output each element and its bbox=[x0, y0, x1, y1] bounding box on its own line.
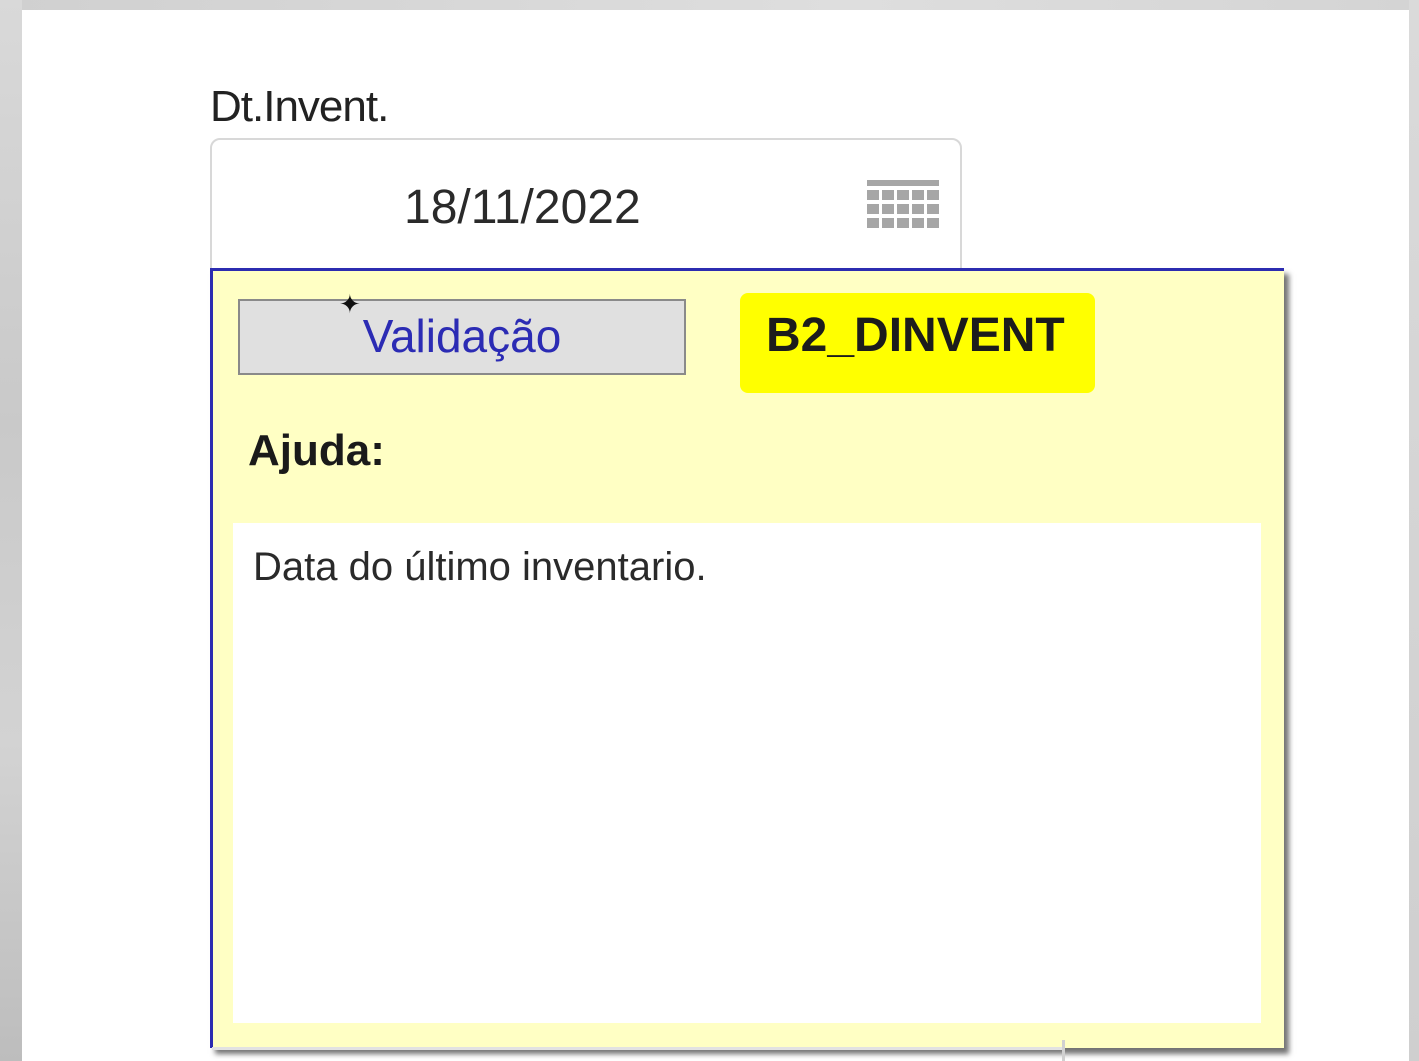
date-value[interactable]: 18/11/2022 bbox=[404, 180, 641, 235]
validation-tab[interactable]: Validação bbox=[238, 299, 686, 375]
mouse-cursor-icon: ✦ bbox=[339, 289, 361, 319]
field-label: Dt.Invent. bbox=[210, 82, 389, 131]
background-right bbox=[1409, 0, 1419, 1061]
background-top bbox=[0, 0, 1419, 10]
help-tooltip: Validação ✦ B2_DINVENT Ajuda: Data do úl… bbox=[210, 268, 1284, 1048]
help-text-box: Data do último inventario. bbox=[233, 523, 1261, 1023]
next-field-divider bbox=[1062, 1040, 1065, 1061]
background-left bbox=[0, 0, 22, 1061]
field-id-label: B2_DINVENT bbox=[740, 293, 1095, 393]
help-heading: Ajuda: bbox=[248, 426, 385, 475]
next-field-border bbox=[212, 1047, 1062, 1050]
calendar-icon[interactable] bbox=[867, 180, 939, 238]
date-input[interactable]: 18/11/2022 bbox=[210, 138, 962, 278]
help-text: Data do último inventario. bbox=[253, 545, 707, 589]
